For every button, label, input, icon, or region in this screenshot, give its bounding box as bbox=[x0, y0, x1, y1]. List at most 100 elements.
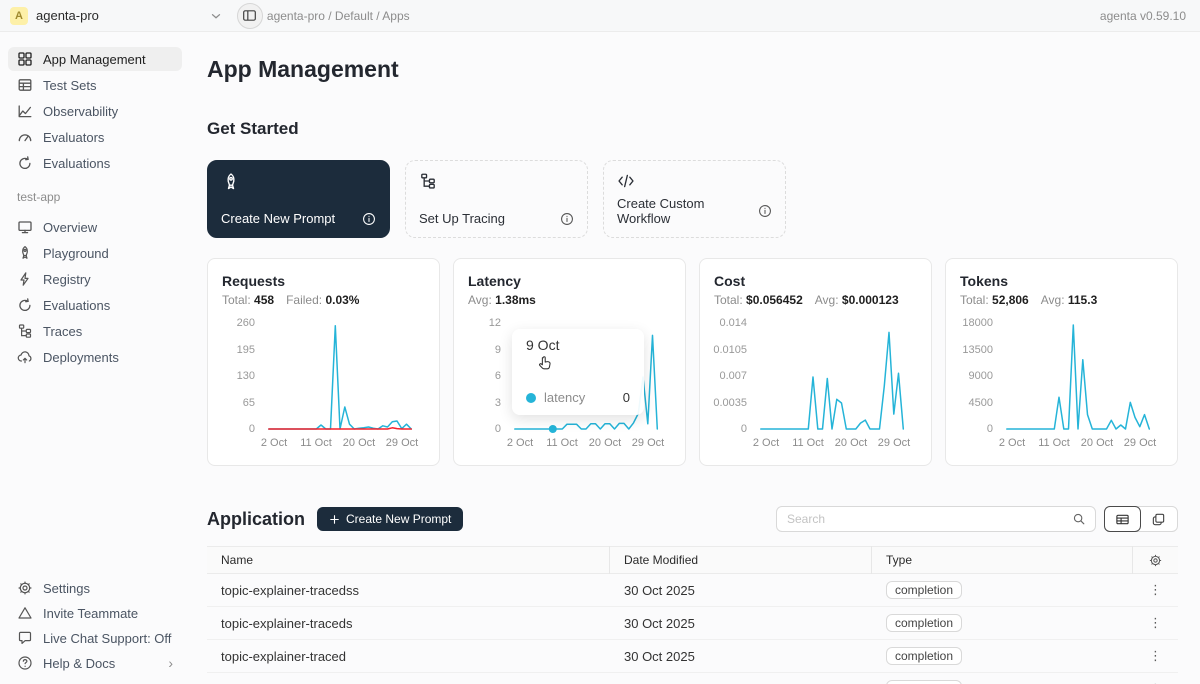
sidebar-item-label: Evaluations bbox=[43, 298, 110, 313]
tooltip-series-row: latency 0 bbox=[512, 390, 644, 405]
app-date-modified: 30 Oct 2025 bbox=[610, 649, 872, 664]
tooltip-value: 0 bbox=[623, 390, 630, 405]
sidebar-item-evaluations[interactable]: Evaluations bbox=[8, 151, 182, 175]
cost-chart: 0.0140.01050.0070.003502 Oct11 Oct20 Oct… bbox=[714, 317, 917, 450]
sidebar-item-deployments[interactable]: Deployments bbox=[8, 345, 182, 369]
sidebar-item-label: Help & Docs bbox=[43, 656, 115, 671]
type-badge: completion bbox=[886, 680, 962, 684]
info-icon[interactable] bbox=[758, 204, 772, 218]
get-started-title: Get Started bbox=[207, 119, 1178, 139]
monitor-icon bbox=[17, 219, 33, 235]
sidebar-item-label: Invite Teammate bbox=[43, 606, 138, 621]
sidebar-item-label: Evaluations bbox=[43, 156, 110, 171]
app-date-modified: 30 Oct 2025 bbox=[610, 583, 872, 598]
tooltip-series-name: latency bbox=[544, 390, 585, 405]
row-menu-button[interactable]: ⋮ bbox=[1133, 648, 1178, 664]
table-row[interactable]: topic-explainer-traced 30 Oct 2025 compl… bbox=[207, 640, 1178, 673]
sidebar-item-app-management[interactable]: App Management bbox=[8, 47, 182, 71]
search-icon[interactable] bbox=[1063, 507, 1095, 531]
chart-stats: Total: 458 Failed: 0.03% bbox=[222, 293, 425, 307]
refresh-circle-icon bbox=[17, 297, 33, 313]
requests-chart: 2601951306502 Oct11 Oct20 Oct29 Oct bbox=[222, 317, 425, 450]
sidebar-item-label: App Management bbox=[43, 52, 146, 67]
chart-stats: Avg: 1.38ms bbox=[468, 293, 671, 307]
sidebar-item-evaluators[interactable]: Evaluators bbox=[8, 125, 182, 149]
sidebar-footer: Settings Invite Teammate Live Chat Suppo… bbox=[0, 575, 190, 676]
sidebar-item-label: Test Sets bbox=[43, 78, 96, 93]
app-name: topic-explainer-traceds bbox=[207, 616, 610, 631]
requests-card: Requests Total: 458 Failed: 0.03% 260195… bbox=[207, 258, 440, 466]
table-view-icon bbox=[1115, 512, 1130, 527]
column-header-name: Name bbox=[207, 546, 610, 574]
card-view-button[interactable] bbox=[1140, 507, 1177, 531]
type-badge: completion bbox=[886, 647, 962, 665]
card-view-icon bbox=[1151, 512, 1166, 527]
sidebar-item-label: Settings bbox=[43, 581, 90, 596]
set-up-tracing-card[interactable]: Set Up Tracing bbox=[405, 160, 588, 238]
row-menu-button[interactable]: ⋮ bbox=[1133, 615, 1178, 631]
bolt-icon bbox=[17, 271, 33, 287]
chat-icon bbox=[17, 630, 33, 646]
gauge-icon bbox=[17, 129, 33, 145]
sidebar-item-registry[interactable]: Registry bbox=[8, 267, 182, 291]
metrics-cards: Requests Total: 458 Failed: 0.03% 260195… bbox=[207, 258, 1178, 466]
sidebar-item-label: Registry bbox=[43, 272, 91, 287]
table-row[interactable]: topic-explainer-tracedss 30 Oct 2025 com… bbox=[207, 574, 1178, 607]
chart-title: Requests bbox=[222, 273, 425, 289]
plus-icon bbox=[329, 514, 340, 525]
view-toggle bbox=[1104, 506, 1178, 532]
sidebar-toggle-button[interactable] bbox=[237, 3, 263, 29]
sidebar-item-help-docs[interactable]: Help & Docs › bbox=[8, 651, 182, 675]
help-icon bbox=[17, 655, 33, 671]
application-header: Application Create New Prompt bbox=[207, 506, 1178, 532]
info-icon[interactable] bbox=[560, 212, 574, 226]
sidebar-item-test-sets[interactable]: Test Sets bbox=[8, 73, 182, 97]
gear-icon bbox=[1148, 553, 1163, 568]
chart-tooltip: 9 Oct latency 0 bbox=[512, 329, 644, 415]
sidebar-item-evaluations-app[interactable]: Evaluations bbox=[8, 293, 182, 317]
app-name: topic-explainer-traced bbox=[207, 649, 610, 664]
sidebar-item-label: Evaluators bbox=[43, 130, 104, 145]
table-row[interactable]: topic-explainer-traceds 30 Oct 2025 comp… bbox=[207, 607, 1178, 640]
row-menu-button[interactable]: ⋮ bbox=[1133, 582, 1178, 598]
chart-title: Tokens bbox=[960, 273, 1163, 289]
sidebar: App Management Test Sets Observability E… bbox=[0, 32, 190, 684]
tree-icon bbox=[17, 323, 33, 339]
sidebar-item-playground[interactable]: Playground bbox=[8, 241, 182, 265]
table-header: Name Date Modified Type bbox=[207, 546, 1178, 574]
table-icon bbox=[17, 77, 33, 93]
tokens-chart: 18000135009000450002 Oct11 Oct20 Oct29 O… bbox=[960, 317, 1163, 450]
info-icon[interactable] bbox=[362, 212, 376, 226]
sidebar-item-overview[interactable]: Overview bbox=[8, 215, 182, 239]
breadcrumb[interactable]: agenta-pro / Default / Apps bbox=[267, 9, 410, 23]
column-settings[interactable] bbox=[1133, 552, 1178, 568]
chevron-down-icon[interactable] bbox=[209, 9, 223, 23]
latency-card: Latency Avg: 1.38ms 1296302 Oct11 Oct20 … bbox=[453, 258, 686, 466]
triangle-icon bbox=[17, 605, 33, 621]
series-dot bbox=[526, 393, 536, 403]
table-view-button[interactable] bbox=[1104, 506, 1141, 532]
chart-line-icon bbox=[17, 103, 33, 119]
app-date-modified: 30 Oct 2025 bbox=[610, 616, 872, 631]
table-row[interactable]: career-assessment 27 Oct 2025 completion… bbox=[207, 673, 1178, 684]
sidebar-item-traces[interactable]: Traces bbox=[8, 319, 182, 343]
sidebar-item-settings[interactable]: Settings bbox=[8, 576, 182, 600]
cloud-up-icon bbox=[17, 349, 33, 365]
gear-icon bbox=[17, 580, 33, 596]
chart-stats: Total: $0.056452 Avg: $0.000123 bbox=[714, 293, 917, 307]
code-icon bbox=[617, 172, 772, 190]
search-input[interactable] bbox=[777, 512, 1063, 526]
chart-stats: Total: 52,806 Avg: 115.3 bbox=[960, 293, 1163, 307]
sidebar-item-observability[interactable]: Observability bbox=[8, 99, 182, 123]
sidebar-item-live-chat[interactable]: Live Chat Support: Off bbox=[8, 626, 182, 650]
starter-card-label: Create New Prompt bbox=[221, 211, 335, 226]
create-new-prompt-card[interactable]: Create New Prompt bbox=[207, 160, 390, 238]
create-new-prompt-button[interactable]: Create New Prompt bbox=[317, 507, 463, 531]
create-custom-workflow-card[interactable]: Create Custom Workflow bbox=[603, 160, 786, 238]
sidebar-item-label: Deployments bbox=[43, 350, 119, 365]
cost-card: Cost Total: $0.056452 Avg: $0.000123 0.0… bbox=[699, 258, 932, 466]
chart-title: Cost bbox=[714, 273, 917, 289]
app-version: agenta v0.59.10 bbox=[1100, 9, 1186, 23]
sidebar-item-invite-teammate[interactable]: Invite Teammate bbox=[8, 601, 182, 625]
main-content: App Management Get Started Create New Pr… bbox=[190, 32, 1200, 684]
